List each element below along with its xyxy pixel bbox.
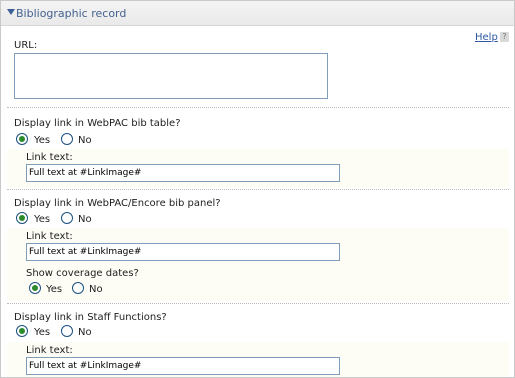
staff-functions-no-label: No [78, 327, 92, 338]
encore-panel-yes-radio[interactable] [16, 212, 28, 224]
bibliographic-record-panel: Bibliographic record Help ? URL: Display… [0, 0, 515, 378]
coverage-dates-yes-label: Yes [46, 284, 63, 295]
encore-panel-link-text-input[interactable]: Full text at #LinkImage# [26, 243, 340, 261]
webpac-table-question: Display link in WebPAC bib table? [14, 118, 181, 129]
webpac-table-link-text-label: Link text: [26, 152, 73, 163]
coverage-dates-no-radio[interactable] [72, 282, 84, 294]
divider [7, 189, 509, 190]
coverage-dates-question: Show coverage dates? [26, 268, 139, 279]
webpac-table-no-radio[interactable] [61, 133, 73, 145]
staff-functions-no-radio[interactable] [61, 325, 73, 337]
webpac-table-no-label: No [78, 135, 92, 146]
url-label: URL: [14, 40, 38, 51]
help-question-icon[interactable]: ? [500, 32, 509, 42]
encore-panel-no-label: No [78, 214, 92, 225]
encore-panel-link-text-label: Link text: [26, 231, 73, 242]
staff-functions-yes-radio[interactable] [16, 325, 28, 337]
help-link[interactable]: Help [475, 32, 498, 43]
encore-panel-yes-label: Yes [34, 214, 51, 225]
url-textarea[interactable] [14, 53, 328, 99]
webpac-table-link-text-input[interactable]: Full text at #LinkImage# [26, 164, 340, 182]
encore-panel-no-radio[interactable] [61, 212, 73, 224]
staff-functions-yes-label: Yes [34, 327, 51, 338]
section-title: Bibliographic record [16, 7, 127, 20]
staff-functions-question: Display link in Staff Functions? [14, 312, 167, 323]
divider [7, 303, 509, 304]
webpac-table-yes-radio[interactable] [16, 133, 28, 145]
section-header[interactable]: Bibliographic record [1, 1, 514, 26]
staff-functions-link-text-label: Link text: [26, 345, 73, 356]
coverage-dates-no-label: No [89, 284, 103, 295]
collapse-arrow-icon[interactable] [7, 9, 15, 15]
coverage-dates-yes-radio[interactable] [29, 282, 41, 294]
staff-functions-link-text-input[interactable]: Full text at #LinkImage# [26, 357, 340, 375]
divider [7, 107, 509, 108]
encore-panel-question: Display link in WebPAC/Encore bib panel? [14, 198, 221, 209]
webpac-table-yes-label: Yes [34, 135, 51, 146]
